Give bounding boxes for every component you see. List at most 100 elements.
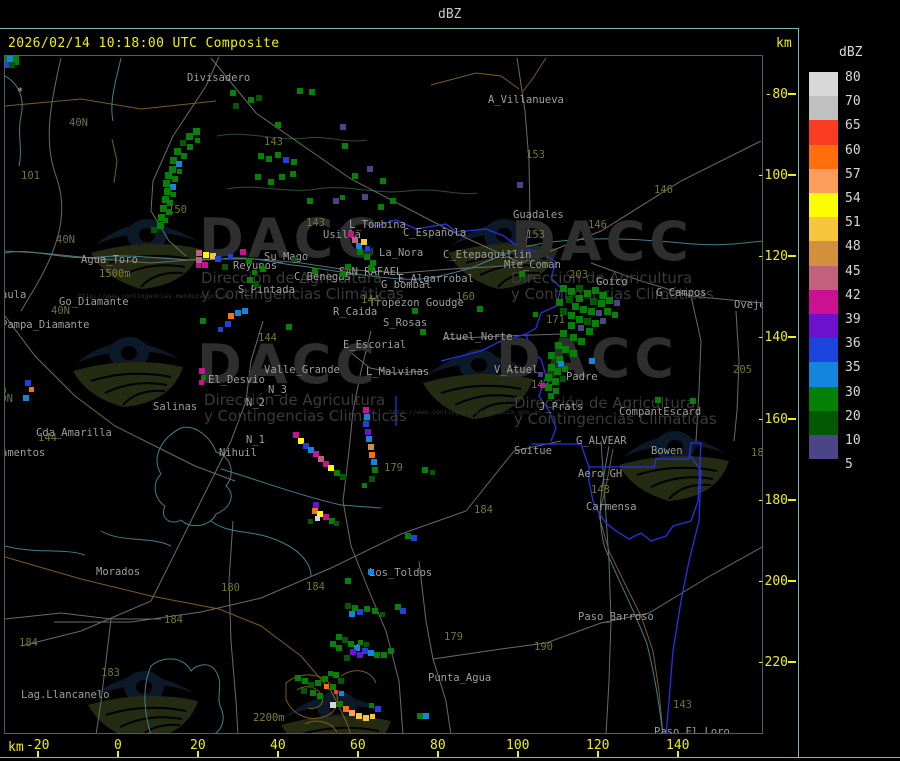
radar-cell [357, 609, 363, 615]
legend-label: 51 [845, 215, 861, 231]
radar-cell [253, 281, 259, 287]
top-divider [0, 28, 900, 29]
radar-cell [25, 380, 31, 386]
radar-cell [167, 200, 173, 206]
map-place-label: Mte_Coman [504, 259, 561, 271]
legend-swatch [809, 314, 838, 339]
map-place-label: Su_Mago [264, 251, 309, 263]
map-route-label: 203 [569, 269, 588, 281]
map-place-label: Soitue [514, 445, 552, 457]
map-route-label: 184 [164, 614, 183, 626]
legend-label: 54 [845, 191, 861, 206]
radar-cell [411, 535, 417, 541]
radar-cell [364, 606, 370, 612]
radar-cell [545, 384, 552, 391]
y-tick-label: -220 [756, 654, 788, 670]
map-geo-label: 1500m [99, 268, 131, 280]
legend-label: 20 [845, 408, 861, 424]
y-tick-label: -100 [756, 168, 788, 184]
radar-cell [363, 407, 369, 413]
radar-cell [576, 295, 583, 302]
legend-swatch [809, 386, 838, 411]
radar-cell [242, 308, 248, 314]
radar-cell [380, 612, 385, 617]
map-route-label: 101 [21, 170, 40, 182]
legend-label: 10 [845, 433, 861, 448]
legend-label: 65 [845, 118, 861, 134]
map-geo-label: 40N [51, 305, 70, 317]
radar-cell [381, 652, 387, 658]
radar-cell [176, 161, 182, 167]
map-route-label: 184 [751, 447, 762, 459]
y-tick [788, 579, 796, 582]
map-route-label: 144 [361, 294, 380, 306]
radar-cell [378, 204, 384, 210]
map-place-label: S_Rosas [383, 317, 428, 329]
radar-cell [380, 178, 386, 184]
y-tick-label: -160 [756, 411, 788, 427]
radar-cell [324, 684, 329, 689]
radar-cell [554, 368, 561, 375]
radar-cell [580, 306, 587, 313]
radar-cell [260, 266, 266, 272]
radar-cell [283, 157, 289, 163]
radar-cell [177, 169, 182, 174]
radar-cell [548, 352, 555, 359]
map-place-label: C_Española [403, 227, 467, 239]
map-route-label: 205 [733, 364, 752, 376]
x-axis-unit-label: km [8, 740, 24, 755]
radar-cell [339, 691, 344, 696]
radar-cell [166, 209, 172, 215]
radar-cell [576, 316, 583, 323]
radar-cell [533, 312, 538, 317]
radar-cell [578, 338, 585, 345]
radar-cell [374, 652, 380, 658]
radar-cell [266, 156, 272, 162]
radar-cell [279, 174, 285, 180]
map-route-label: 143 [306, 217, 325, 229]
radar-cell [568, 312, 575, 319]
radar-cell [356, 713, 362, 719]
radar-cell [286, 324, 292, 330]
map-route-label: 146 [654, 184, 673, 196]
y-tick [788, 417, 796, 420]
radar-cell [222, 264, 228, 270]
radar-cell [255, 174, 261, 180]
radar-cell [230, 90, 236, 96]
radar-cell [151, 227, 157, 233]
map-place-label: Aero_GH [578, 468, 623, 480]
map-place-label: Atuel_Norte [443, 331, 513, 343]
radar-cell [519, 271, 525, 277]
radar-cell [369, 452, 375, 458]
map-route-label: 160 [456, 291, 475, 303]
map-place-label: S_Pintada [238, 284, 295, 296]
map-route-label: 184 [19, 637, 38, 649]
map-place-label: Divisadero [187, 72, 251, 84]
radar-cell [240, 249, 246, 255]
radar-cell [345, 578, 351, 584]
legend-swatch [809, 265, 838, 290]
y-tick [788, 93, 796, 95]
map-place-label: Goico [596, 276, 628, 288]
radar-cell [195, 138, 200, 143]
radar-cell [600, 318, 606, 324]
map-route-label: 180 [221, 582, 240, 594]
radar-cell [560, 285, 567, 292]
radar-cell [592, 287, 599, 294]
radar-cell [367, 166, 373, 172]
radar-cell [545, 374, 552, 381]
map-place-label: Valle_Grande [264, 364, 340, 376]
radar-cell [598, 300, 605, 307]
legend-swatch [809, 435, 838, 460]
map-place-label: Ovejeria [734, 299, 762, 311]
map-place-label: Paso_Barroso [578, 611, 654, 623]
map-place-label: amentos [4, 447, 46, 459]
radar-cell [163, 180, 170, 187]
radar-cell [328, 671, 333, 676]
radar-cell [365, 246, 370, 251]
map-place-label: Morados [96, 566, 141, 578]
radar-cell [235, 310, 241, 316]
radar-cell [199, 368, 205, 374]
radar-cell [275, 152, 281, 158]
radar-cell [589, 358, 595, 364]
